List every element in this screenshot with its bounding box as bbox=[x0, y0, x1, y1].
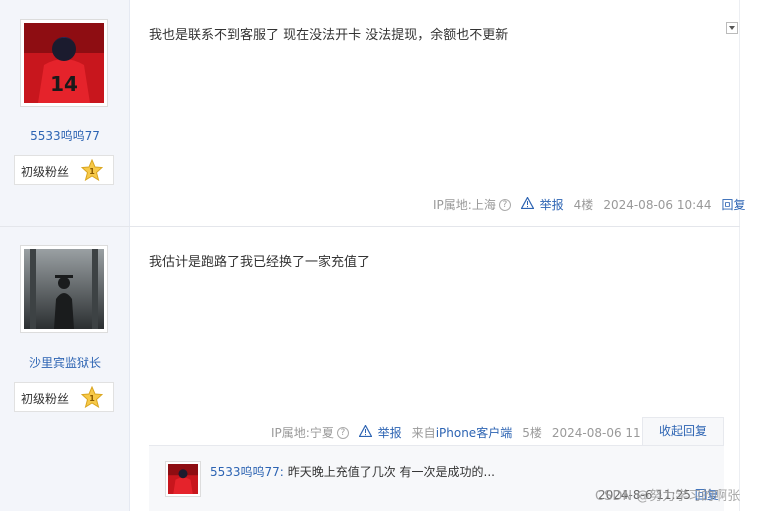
avatar-image-basketball-player bbox=[168, 464, 198, 494]
floor-number: 5楼 bbox=[522, 426, 542, 440]
source-prefix: 来自 bbox=[411, 426, 436, 440]
post-content: 我也是联系不到客服了 现在没法开卡 没法提现，余额也不更新 bbox=[149, 28, 509, 43]
report-link[interactable]: 举报 bbox=[358, 424, 402, 441]
fan-level-badge[interactable]: 初级粉丝 1 bbox=[14, 382, 114, 412]
svg-text:14: 14 bbox=[50, 72, 78, 96]
avatar-image-basketball-player: 14 bbox=[24, 23, 104, 103]
collapse-replies-button[interactable]: 收起回复 bbox=[642, 417, 724, 445]
more-options-dropdown[interactable] bbox=[726, 22, 738, 34]
post-divider bbox=[0, 226, 740, 227]
avatar-image-dark-figure bbox=[24, 249, 104, 329]
help-icon[interactable]: ? bbox=[498, 198, 511, 211]
report-label: 举报 bbox=[377, 426, 402, 440]
avatar[interactable] bbox=[20, 245, 108, 333]
sub-reply-avatar[interactable] bbox=[165, 461, 201, 497]
client-link[interactable]: iPhone客户端 bbox=[436, 424, 513, 441]
post-content: 我估计是跑路了我已经换了一家充值了 bbox=[149, 255, 371, 270]
ip-location: IP属地:上海 bbox=[433, 198, 496, 212]
report-link[interactable]: 举报 bbox=[520, 196, 564, 213]
post-time: 2024-08-06 10:44 bbox=[603, 197, 712, 212]
username[interactable]: 沙里宾监狱长 bbox=[0, 354, 130, 371]
level-number: 1 bbox=[89, 167, 95, 176]
post-meta: IP属地:宁夏 ? 举报 来自 iPhone客户端 5楼 2024-08-06 … bbox=[271, 424, 660, 441]
post-meta: IP属地:上海 ? 举报 4楼 2024-08-06 10:44 回复 bbox=[433, 196, 745, 213]
sub-reply-content: 昨天晚上充值了几次 有一次是成功的... bbox=[287, 465, 495, 479]
ip-location: IP属地:宁夏 bbox=[271, 426, 334, 440]
level-star-icon: 1 bbox=[81, 159, 103, 181]
content-border bbox=[739, 0, 740, 511]
warning-icon bbox=[358, 424, 373, 438]
fan-level-badge[interactable]: 初级粉丝 1 bbox=[14, 155, 114, 185]
badge-label: 初级粉丝 bbox=[21, 392, 70, 406]
level-star-icon: 1 bbox=[81, 386, 103, 408]
sub-reply-username[interactable]: 5533呜呜77: bbox=[210, 465, 284, 479]
level-number: 1 bbox=[89, 394, 95, 403]
warning-icon bbox=[520, 196, 535, 210]
username[interactable]: 5533呜呜77 bbox=[0, 127, 130, 144]
badge-label: 初级粉丝 bbox=[21, 165, 70, 179]
floor-number: 4楼 bbox=[573, 198, 594, 212]
watermark: CSDN @努力学习的啊张 bbox=[595, 489, 741, 504]
avatar[interactable]: 14 bbox=[20, 19, 108, 107]
help-icon[interactable]: ? bbox=[336, 426, 349, 439]
sub-reply-text: 5533呜呜77: 昨天晚上充值了几次 有一次是成功的... bbox=[210, 463, 495, 480]
report-label: 举报 bbox=[539, 198, 564, 212]
reply-button[interactable]: 回复 bbox=[721, 196, 745, 213]
